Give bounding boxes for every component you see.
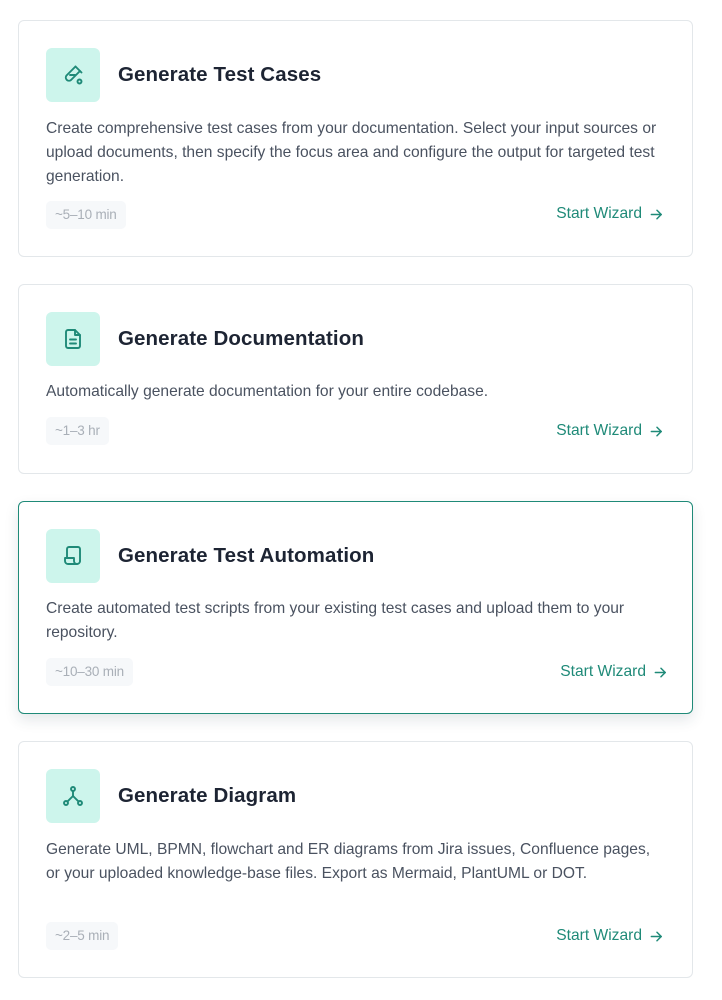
card-description: Create comprehensive test cases from you…	[46, 120, 657, 185]
wizard-list: Generate Test Cases Create comprehensive…	[0, 0, 722, 1000]
card-title: Generate Diagram	[118, 784, 297, 807]
duration-badge: ~1–3 hr	[46, 417, 109, 445]
card-icon-box	[46, 529, 100, 583]
card-icon-box	[46, 48, 100, 102]
wizard-card-test-automation[interactable]: Generate Test Automation Create automate…	[18, 501, 693, 714]
start-wizard-label: Start Wizard	[556, 205, 642, 222]
card-header: Generate Documentation	[46, 312, 364, 366]
card-title: Generate Test Automation	[118, 544, 375, 567]
card-header: Generate Test Automation	[46, 529, 374, 583]
card-description: Create automated test scripts from your …	[46, 600, 625, 641]
flask-icon	[64, 65, 83, 85]
wizard-card-test-cases[interactable]: Generate Test Cases Create comprehensive…	[18, 20, 693, 257]
duration-badge: ~10–30 min	[46, 658, 133, 686]
start-wizard-link[interactable]: Start Wizard	[556, 422, 664, 440]
wizard-card-documentation[interactable]: Generate Documentation Automatically gen…	[18, 284, 693, 474]
card-title: Generate Documentation	[118, 327, 364, 350]
start-wizard-link[interactable]: Start Wizard	[556, 205, 664, 223]
card-title: Generate Test Cases	[118, 63, 322, 86]
document-icon	[65, 329, 81, 349]
start-wizard-label: Start Wizard	[560, 663, 646, 680]
card-icon-box	[46, 312, 100, 366]
start-wizard-label: Start Wizard	[556, 422, 642, 439]
duration-badge: ~5–10 min	[46, 201, 126, 229]
card-description: Generate UML, BPMN, flowchart and ER dia…	[46, 841, 651, 882]
arrow-right-icon	[650, 426, 662, 436]
diagram-icon	[63, 786, 83, 806]
arrow-right-icon	[650, 209, 662, 219]
start-wizard-label: Start Wizard	[556, 927, 642, 944]
wizard-card-diagram[interactable]: Generate Diagram Generate UML, BPMN, flo…	[18, 741, 693, 978]
start-wizard-link[interactable]: Start Wizard	[560, 663, 668, 681]
script-icon	[64, 546, 81, 565]
arrow-right-icon	[650, 931, 662, 941]
card-header: Generate Diagram	[46, 769, 296, 823]
card-description: Automatically generate documentation for…	[46, 383, 489, 400]
card-header: Generate Test Cases	[46, 48, 321, 102]
duration-badge: ~2–5 min	[46, 922, 119, 950]
card-icon-box	[46, 769, 100, 823]
start-wizard-link[interactable]: Start Wizard	[556, 927, 664, 945]
arrow-right-icon	[654, 667, 666, 677]
